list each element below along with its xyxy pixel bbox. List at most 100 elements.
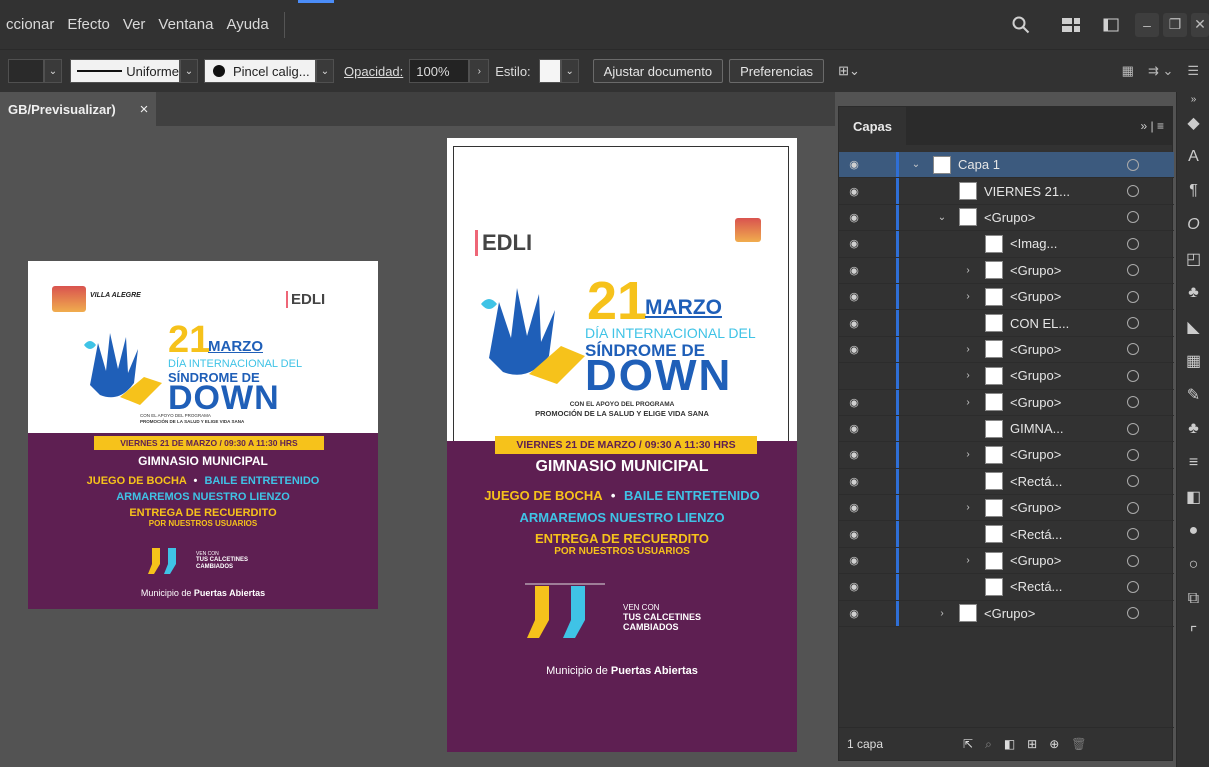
layer-row[interactable]: ◉ CON EL... bbox=[839, 310, 1174, 337]
layer-label[interactable]: <Rectá... bbox=[1010, 527, 1062, 542]
layer-row[interactable]: ◉ VIERNES 21... bbox=[839, 178, 1174, 205]
layer-label[interactable]: <Rectá... bbox=[1010, 579, 1062, 594]
layer-label[interactable]: <Imag... bbox=[1010, 236, 1057, 251]
stroke-panel-icon[interactable]: ○ bbox=[1177, 548, 1209, 582]
chevron-right-icon[interactable]: › bbox=[961, 397, 975, 408]
swatches-icon[interactable]: ▦ bbox=[1177, 344, 1209, 378]
artboard-small[interactable]: VILLA ALEGRE EDLI 21 MARZO DÍA INTERNACI… bbox=[28, 261, 378, 609]
search-icon[interactable] bbox=[1009, 13, 1033, 37]
visibility-eye-icon[interactable]: ◉ bbox=[839, 237, 869, 250]
layer-label[interactable]: <Grupo> bbox=[984, 210, 1035, 225]
chevron-right-icon[interactable]: › bbox=[961, 370, 975, 381]
target-circle-icon[interactable] bbox=[1127, 448, 1139, 461]
style-swatch[interactable] bbox=[538, 59, 561, 83]
chevron-down-icon[interactable]: ⌄ bbox=[935, 212, 949, 223]
visibility-eye-icon[interactable]: ◉ bbox=[839, 501, 869, 514]
paragraph-icon[interactable]: ¶ bbox=[1177, 174, 1209, 208]
symbol-library-icon[interactable]: ♣ bbox=[1177, 412, 1209, 446]
visibility-eye-icon[interactable]: ◉ bbox=[839, 475, 869, 488]
target-circle-icon[interactable] bbox=[1127, 290, 1139, 303]
visibility-eye-icon[interactable]: ◉ bbox=[839, 158, 869, 171]
brushes-icon[interactable]: ✎ bbox=[1177, 378, 1209, 412]
target-circle-icon[interactable] bbox=[1127, 501, 1139, 514]
chevron-right-icon[interactable]: › bbox=[961, 291, 975, 302]
appearance-icon[interactable]: ● bbox=[1177, 514, 1209, 548]
target-circle-icon[interactable] bbox=[1127, 317, 1139, 330]
layer-label[interactable]: <Grupo> bbox=[1010, 289, 1061, 304]
pathfinder-icon[interactable]: ⧉ bbox=[1177, 582, 1209, 616]
layers-tab[interactable]: Capas bbox=[839, 107, 907, 145]
visibility-eye-icon[interactable]: ◉ bbox=[839, 264, 869, 277]
layer-label[interactable]: <Grupo> bbox=[1010, 553, 1061, 568]
chevron-right-icon[interactable]: › bbox=[961, 502, 975, 513]
export-icon[interactable]: ⇱ bbox=[963, 737, 973, 751]
visibility-eye-icon[interactable]: ◉ bbox=[839, 343, 869, 356]
layer-row[interactable]: ◉ › <Grupo> bbox=[839, 336, 1174, 364]
adjust-document-button[interactable]: Ajustar documento bbox=[592, 59, 724, 83]
close-window-button[interactable]: ✕ bbox=[1191, 12, 1209, 37]
layer-label[interactable]: <Grupo> bbox=[1010, 395, 1061, 410]
layer-label[interactable]: <Grupo> bbox=[1010, 263, 1061, 278]
chevron-right-icon[interactable]: › bbox=[961, 449, 975, 460]
chevron-down-icon[interactable]: ⌄ bbox=[316, 59, 334, 83]
target-circle-icon[interactable] bbox=[1127, 237, 1139, 250]
layer-row[interactable]: ◉ › <Grupo> bbox=[839, 600, 1174, 628]
symbols-icon[interactable]: ♣ bbox=[1177, 276, 1209, 310]
locate-icon[interactable]: ⌕ bbox=[985, 737, 992, 752]
target-circle-icon[interactable] bbox=[1127, 185, 1139, 198]
canvas-area[interactable]: VILLA ALEGRE EDLI 21 MARZO DÍA INTERNACI… bbox=[0, 126, 835, 767]
layer-row[interactable]: ◉ › <Grupo> bbox=[839, 442, 1174, 469]
transform-icon[interactable]: ⌜ bbox=[1177, 616, 1209, 650]
gradient-icon[interactable]: ◣ bbox=[1177, 310, 1209, 344]
stroke-profile-dropdown[interactable]: Uniforme bbox=[70, 59, 180, 83]
layer-row[interactable]: ◉ GIMNA... bbox=[839, 415, 1174, 443]
grid-icon[interactable]: ▦ bbox=[1122, 63, 1134, 79]
list-icon[interactable]: ☰ bbox=[1187, 63, 1199, 79]
layer-row[interactable]: ◉ <Rectá... bbox=[839, 574, 1174, 601]
layer-row[interactable]: ◉ <Rectá... bbox=[839, 468, 1174, 496]
new-sublayer-icon[interactable]: ⊞ bbox=[1027, 737, 1037, 751]
layer-label[interactable]: <Grupo> bbox=[1010, 342, 1061, 357]
target-circle-icon[interactable] bbox=[1127, 475, 1139, 488]
layer-label[interactable]: <Grupo> bbox=[1010, 500, 1061, 515]
layer-row[interactable]: ◉ › <Grupo> bbox=[839, 389, 1174, 416]
layer-label[interactable]: <Grupo> bbox=[1010, 447, 1061, 462]
target-circle-icon[interactable] bbox=[1127, 422, 1139, 435]
layer-row[interactable]: › <Grupo> bbox=[839, 363, 1174, 390]
layer-label[interactable]: <Grupo> bbox=[984, 606, 1035, 621]
chevron-down-icon[interactable]: ⌄ bbox=[44, 59, 62, 83]
layer-row[interactable]: ◉ <Imag... bbox=[839, 231, 1174, 258]
visibility-eye-icon[interactable]: ◉ bbox=[839, 554, 869, 567]
menu-efecto[interactable]: Efecto bbox=[67, 16, 110, 33]
document-tab[interactable]: GB/Previsualizar) × bbox=[0, 92, 157, 126]
artboards-icon[interactable]: ◰ bbox=[1177, 242, 1209, 276]
align-panel-icon[interactable]: ≡ bbox=[1177, 446, 1209, 480]
visibility-eye-icon[interactable]: ◉ bbox=[839, 528, 869, 541]
layer-label[interactable]: <Rectá... bbox=[1010, 474, 1062, 489]
visibility-eye-icon[interactable]: ◉ bbox=[839, 185, 869, 198]
chevron-right-icon[interactable]: › bbox=[961, 265, 975, 276]
layer-row[interactable]: ◉ › <Grupo> bbox=[839, 495, 1174, 522]
chevron-down-icon[interactable]: ⌄ bbox=[180, 59, 198, 83]
target-circle-icon[interactable] bbox=[1127, 580, 1139, 593]
layer-row[interactable]: ◉ ⌄ Capa 1 bbox=[839, 152, 1174, 179]
layer-row[interactable]: ◉ › <Grupo> bbox=[839, 283, 1174, 311]
visibility-eye-icon[interactable]: ◉ bbox=[839, 211, 869, 224]
brush-dropdown[interactable]: Pincel calig... bbox=[204, 59, 316, 83]
chevron-down-icon[interactable]: ⌄ bbox=[909, 159, 923, 170]
minimize-button[interactable]: – bbox=[1135, 12, 1159, 37]
preferences-button[interactable]: Preferencias bbox=[729, 59, 825, 83]
artboard-large[interactable]: EDLI 21 MARZO DÍA INTERNACIONAL DEL SÍND… bbox=[447, 138, 797, 752]
target-circle-icon[interactable] bbox=[1127, 369, 1139, 382]
visibility-eye-icon[interactable]: ◉ bbox=[839, 448, 869, 461]
restore-button[interactable]: ❐ bbox=[1163, 12, 1187, 37]
chevron-right-icon[interactable]: › bbox=[469, 59, 490, 83]
target-circle-icon[interactable] bbox=[1127, 343, 1139, 356]
mask-icon[interactable]: ◧ bbox=[1004, 737, 1015, 751]
character-icon[interactable]: A bbox=[1177, 140, 1209, 174]
layer-label[interactable]: GIMNA... bbox=[1010, 421, 1063, 436]
target-circle-icon[interactable] bbox=[1127, 607, 1139, 620]
chevron-right-icon[interactable]: › bbox=[961, 555, 975, 566]
collapse-panel-icon[interactable]: » | ≡ bbox=[1141, 119, 1164, 133]
visibility-eye-icon[interactable]: ◉ bbox=[839, 580, 869, 593]
